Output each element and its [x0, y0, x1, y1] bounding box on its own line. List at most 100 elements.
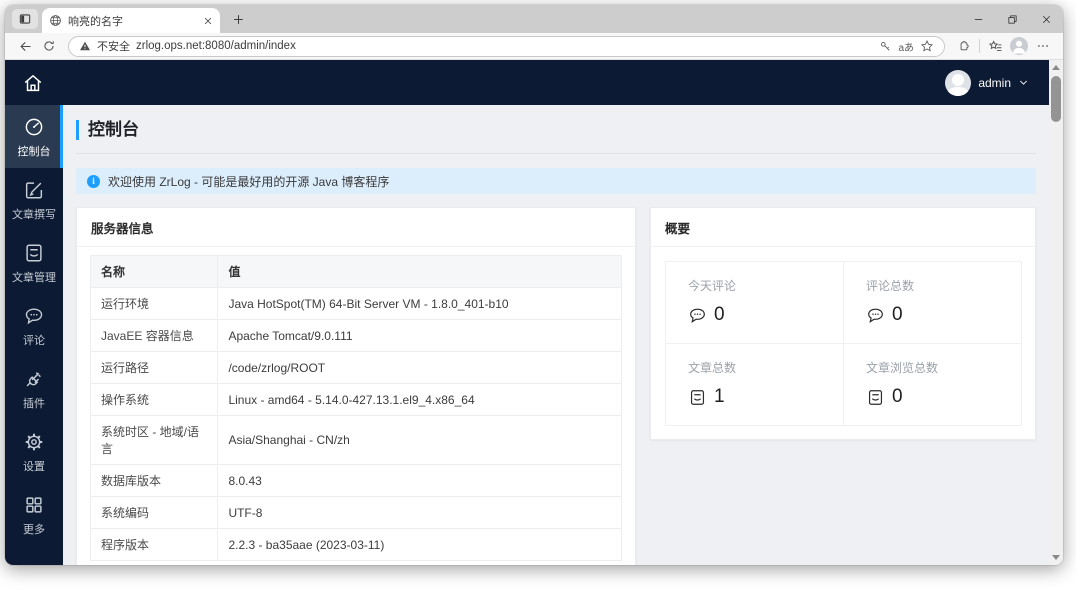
scrollbar-thumb[interactable] — [1051, 76, 1061, 122]
main-content: 控制台 i 欢迎使用 ZrLog - 可能是最好用的开源 Java 博客程序 服… — [63, 105, 1049, 565]
address-bar[interactable]: 不安全 zrlog.ops.net:8080/admin/index aあ — [68, 35, 945, 57]
row-label: JavaEE 容器信息 — [89, 319, 219, 352]
welcome-text: 欢迎使用 ZrLog - 可能是最好用的开源 Java 博客程序 — [108, 174, 390, 189]
profile-avatar-icon — [1010, 37, 1028, 55]
row-label: 程序版本 — [89, 528, 219, 561]
stat-value: 1 — [688, 386, 833, 408]
row-value: 8.0.43 — [217, 464, 622, 497]
table-header-row: 名称 值 — [89, 255, 622, 288]
sidebar-item-label: 更多 — [23, 524, 45, 536]
back-button[interactable] — [13, 35, 37, 57]
stat-value: 0 — [688, 304, 833, 326]
stat-total-articles: 文章总数 1 — [665, 343, 844, 426]
url-text[interactable]: zrlog.ops.net:8080/admin/index — [136, 40, 296, 52]
stat-number: 0 — [892, 386, 903, 407]
sidebar-item-label: 评论 — [23, 335, 45, 347]
translate-icon[interactable]: aあ — [898, 39, 914, 54]
row-value: UTF-8 — [217, 496, 622, 529]
page-title: 控制台 — [76, 120, 1036, 140]
table-row: 运行路径 /code/zrlog/ROOT — [89, 351, 622, 384]
info-icon: i — [87, 174, 100, 188]
sidebar-item-dashboard[interactable]: 控制台 — [5, 105, 63, 168]
welcome-banner: i 欢迎使用 ZrLog - 可能是最好用的开源 Java 博客程序 — [76, 168, 1036, 194]
plus-icon — [233, 14, 243, 24]
column-header-value: 值 — [217, 255, 622, 288]
row-value: 2.2.3 - ba35aae (2023-03-11) — [217, 528, 622, 561]
profile-button[interactable] — [1007, 35, 1031, 57]
stat-label: 评论总数 — [866, 279, 915, 293]
sidebar-item-more[interactable]: 更多 — [5, 483, 63, 546]
refresh-button[interactable] — [37, 35, 61, 57]
tab-title: 响亮的名字 — [68, 15, 123, 28]
overview-panel-title: 概要 — [651, 208, 1035, 247]
app-header: admin — [5, 60, 1049, 105]
minimize-button[interactable] — [961, 5, 995, 33]
gear-icon — [25, 433, 43, 451]
server-info-table: 名称 值 运行环境 Java HotSpot(TM) 64-Bit Server… — [89, 255, 622, 561]
row-value: Apache Tomcat/9.0.111 — [217, 319, 622, 352]
stat-number: 0 — [714, 304, 725, 325]
sidebar-item-plugins[interactable]: 插件 — [5, 357, 63, 420]
tab-actions-icon — [19, 14, 31, 24]
sidebar-item-settings[interactable]: 设置 — [5, 420, 63, 483]
favorites-hub-button[interactable] — [983, 35, 1007, 57]
close-button[interactable] — [1029, 5, 1063, 33]
scroll-up-arrow[interactable] — [1052, 65, 1060, 70]
article-icon — [868, 389, 883, 405]
panels-row: 服务器信息 名称 值 运行环境 Java HotSpot(TM) 64-Bit … — [76, 207, 1036, 565]
restore-icon — [1007, 14, 1017, 24]
favorites-star-icon[interactable] — [920, 39, 934, 53]
restore-button[interactable] — [995, 5, 1029, 33]
column-header-name: 名称 — [89, 255, 219, 288]
row-label: 系统时区 - 地域/语言 — [89, 415, 219, 465]
extensions-puzzle-icon — [960, 41, 969, 51]
table-row: 程序版本 2.2.3 - ba35aae (2023-03-11) — [89, 528, 622, 561]
tab-close-icon[interactable] — [203, 16, 213, 26]
row-value: Linux - amd64 - 5.14.0-427.13.1.el9_4.x8… — [217, 383, 622, 416]
close-icon — [1042, 15, 1050, 23]
minimize-icon — [974, 18, 982, 20]
window-controls — [961, 5, 1063, 33]
stat-label: 今天评论 — [688, 279, 737, 293]
row-label: 数据库版本 — [89, 464, 219, 497]
page-title-row: 控制台 — [76, 105, 1036, 154]
extensions-button[interactable] — [952, 35, 976, 57]
page-scrollbar[interactable] — [1049, 60, 1063, 565]
security-label[interactable]: 不安全 — [97, 38, 130, 54]
ellipsis-icon — [1038, 45, 1048, 47]
stat-label: 文章浏览总数 — [866, 361, 939, 375]
home-icon[interactable] — [22, 72, 44, 94]
scroll-down-arrow[interactable] — [1052, 555, 1060, 560]
plugin-icon — [26, 372, 41, 387]
settings-menu-button[interactable] — [1031, 35, 1055, 57]
sidebar-item-label: 控制台 — [17, 146, 51, 158]
stat-number: 1 — [714, 386, 725, 407]
sidebar: 控制台 文章撰写 文章管理 评论 插件 设置 更多 — [5, 105, 63, 565]
tab-actions-button[interactable] — [12, 9, 38, 29]
toolbar-divider — [979, 39, 980, 53]
sidebar-item-label: 设置 — [23, 461, 45, 473]
browser-window: 响亮的名字 不安全 zrlog.ops.net:8080/admin/index… — [5, 5, 1063, 565]
refresh-icon — [44, 41, 54, 51]
table-row: 操作系统 Linux - amd64 - 5.14.0-427.13.1.el9… — [89, 383, 622, 416]
favorites-list-icon — [988, 39, 1001, 51]
server-panel-title: 服务器信息 — [77, 208, 635, 247]
row-value: Asia/Shanghai - CN/zh — [217, 415, 622, 465]
browser-tab[interactable]: 响亮的名字 — [42, 8, 220, 33]
tab-strip: 响亮的名字 — [5, 5, 1063, 33]
stat-value: 0 — [866, 386, 1011, 408]
stats-grid: 今天评论 0 评论总数 0 文章总数 1 文章浏览总数 0 — [665, 261, 1022, 426]
sidebar-item-manage-articles[interactable]: 文章管理 — [5, 231, 63, 294]
row-label: 操作系统 — [89, 383, 219, 416]
sidebar-item-comments[interactable]: 评论 — [5, 294, 63, 357]
comment-icon — [868, 308, 883, 323]
row-label: 运行路径 — [89, 351, 219, 384]
stat-total-comments: 评论总数 0 — [843, 261, 1022, 344]
sidebar-item-label: 插件 — [23, 398, 45, 410]
stat-total-views: 文章浏览总数 0 — [843, 343, 1022, 426]
user-menu[interactable]: admin — [945, 69, 1029, 96]
sidebar-item-write-article[interactable]: 文章撰写 — [5, 168, 63, 231]
new-tab-button[interactable] — [226, 7, 250, 31]
table-row: 数据库版本 8.0.43 — [89, 464, 622, 497]
password-key-icon[interactable] — [879, 40, 892, 53]
